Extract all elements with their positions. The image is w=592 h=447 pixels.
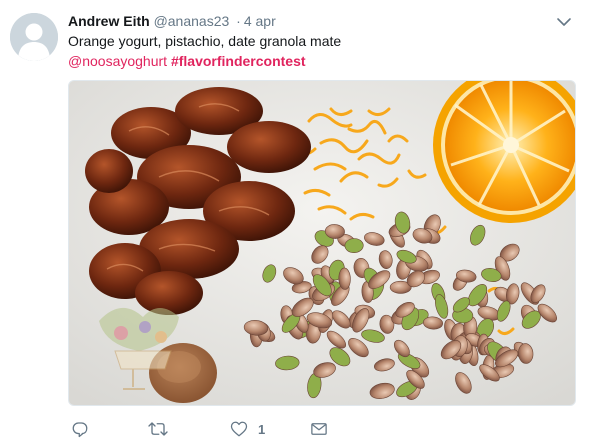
tweet-actions: 1: [68, 418, 568, 440]
hashtag-link[interactable]: #flavorfindercontest: [171, 53, 306, 69]
like-button[interactable]: 1: [230, 418, 265, 440]
tweet-header: Andrew Eith @ananas23 · 4 apr: [68, 11, 276, 31]
default-avatar-icon: [10, 13, 58, 61]
retweet-button[interactable]: [148, 418, 168, 440]
author-handle[interactable]: @ananas23: [154, 13, 230, 29]
direct-message-button[interactable]: [310, 418, 328, 440]
timestamp[interactable]: 4 apr: [244, 13, 276, 29]
more-options-button[interactable]: [555, 13, 573, 31]
reply-icon: [72, 422, 88, 438]
like-count: 1: [258, 421, 266, 437]
mention-link[interactable]: @noosayoghurt: [68, 53, 167, 69]
tweet-photo[interactable]: [68, 80, 576, 406]
reply-button[interactable]: [71, 418, 89, 440]
heart-icon: [230, 421, 248, 437]
pistachio: [344, 238, 364, 254]
avatar[interactable]: [10, 13, 58, 61]
author-name[interactable]: Andrew Eith: [68, 13, 150, 29]
separator: ·: [236, 13, 241, 29]
retweet-icon: [148, 422, 168, 436]
tweet-text-line: Orange yogurt, pistachio, date granola m…: [68, 33, 342, 49]
tweet: Andrew Eith @ananas23 · 4 apr Orange yogu…: [0, 0, 592, 447]
chevron-down-icon: [557, 18, 571, 26]
food-photo: [69, 81, 575, 405]
tweet-text: Orange yogurt, pistachio, date granola m…: [68, 31, 568, 71]
envelope-icon: [311, 423, 327, 435]
tweet-text-tags: @noosayoghurt #flavorfindercontest: [68, 51, 568, 71]
